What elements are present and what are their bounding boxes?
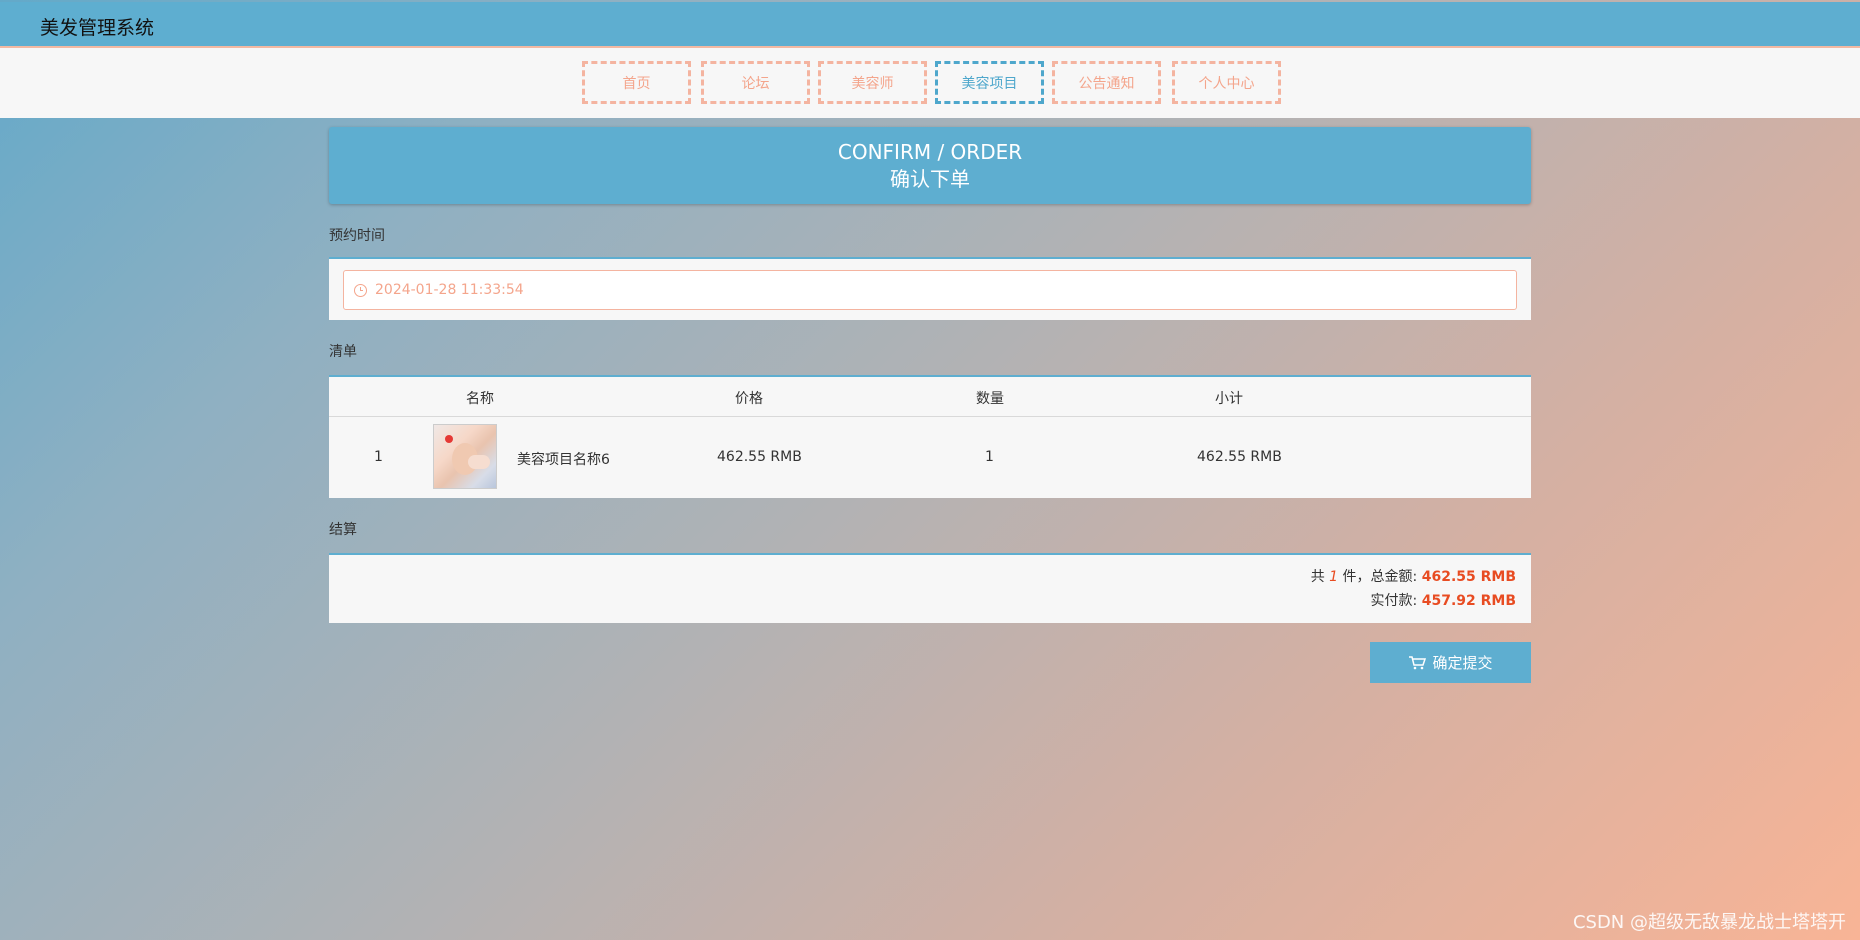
item-name: 美容项目名称6 bbox=[517, 452, 610, 468]
col-name: 名称 bbox=[466, 391, 494, 407]
nav-item-beauty-projects[interactable]: 美容项目 bbox=[935, 61, 1044, 104]
col-price: 价格 bbox=[735, 391, 763, 407]
total-amount: 462.55 RMB bbox=[1421, 569, 1516, 585]
submit-label: 确定提交 bbox=[1432, 654, 1493, 672]
paid-line: 实付款: 457.92 RMB bbox=[1371, 590, 1516, 610]
app-title: 美发管理系统 bbox=[40, 17, 155, 39]
paid-label: 实付款: bbox=[1370, 593, 1418, 609]
watermark-text: CSDN @超级无敌暴龙战士塔塔开 bbox=[1572, 912, 1846, 933]
nav-item-home[interactable]: 首页 bbox=[582, 61, 691, 104]
table-row: 1 美容项目名称6 462.55 RMB 1 462.55 RMB bbox=[329, 417, 1531, 498]
banner-title-en: CONFIRM / ORDER bbox=[837, 140, 1023, 164]
col-quantity: 数量 bbox=[976, 391, 1004, 407]
count-prefix: 共 bbox=[1310, 569, 1325, 585]
list-label: 清单 bbox=[329, 344, 357, 360]
row-index: 1 bbox=[374, 449, 383, 465]
item-quantity: 1 bbox=[985, 449, 994, 465]
item-list-table: 名称 价格 数量 小计 1 美容项目名称6 462.55 RMB 1 462.5… bbox=[329, 375, 1531, 498]
col-subtotal: 小计 bbox=[1215, 391, 1243, 407]
appointment-label: 预约时间 bbox=[329, 228, 385, 244]
main-nav: 首页 论坛 美容师 美容项目 公告通知 个人中心 bbox=[0, 48, 1860, 118]
nav-item-announcements[interactable]: 公告通知 bbox=[1052, 61, 1161, 104]
actions-row: 确定提交 bbox=[329, 623, 1531, 683]
appointment-time-value: 2024-01-28 11:33:54 bbox=[375, 282, 524, 298]
order-banner: CONFIRM / ORDER 确认下单 bbox=[329, 127, 1531, 204]
banner-title-cn: 确认下单 bbox=[890, 167, 970, 191]
submit-order-button[interactable]: 确定提交 bbox=[1370, 642, 1531, 683]
item-price: 462.55 RMB bbox=[717, 449, 802, 465]
item-subtotal: 462.55 RMB bbox=[1197, 449, 1282, 465]
nav-item-personal-center[interactable]: 个人中心 bbox=[1172, 61, 1281, 104]
settlement-panel: 共 1 件，总金额: 462.55 RMB 实付款: 457.92 RMB bbox=[329, 553, 1531, 623]
nav-item-beauticians[interactable]: 美容师 bbox=[818, 61, 927, 104]
clock-icon bbox=[354, 283, 367, 297]
nav-item-forum[interactable]: 论坛 bbox=[701, 61, 810, 104]
item-count: 1 bbox=[1329, 569, 1339, 585]
table-header: 名称 价格 数量 小计 bbox=[329, 377, 1531, 417]
settlement-label: 结算 bbox=[329, 522, 357, 538]
appointment-time-input[interactable]: 2024-01-28 11:33:54 bbox=[343, 270, 1517, 310]
total-line: 共 1 件，总金额: 462.55 RMB bbox=[1311, 566, 1516, 586]
item-thumbnail bbox=[433, 424, 497, 489]
appointment-panel: 2024-01-28 11:33:54 bbox=[329, 257, 1531, 320]
count-suffix: 件，总金额: bbox=[1342, 569, 1418, 585]
paid-amount: 457.92 RMB bbox=[1421, 593, 1516, 609]
order-container: CONFIRM / ORDER 确认下单 预约时间 2024-01-28 11:… bbox=[329, 127, 1531, 683]
app-header: 美发管理系统 bbox=[0, 2, 1860, 48]
cart-icon bbox=[1408, 655, 1427, 670]
